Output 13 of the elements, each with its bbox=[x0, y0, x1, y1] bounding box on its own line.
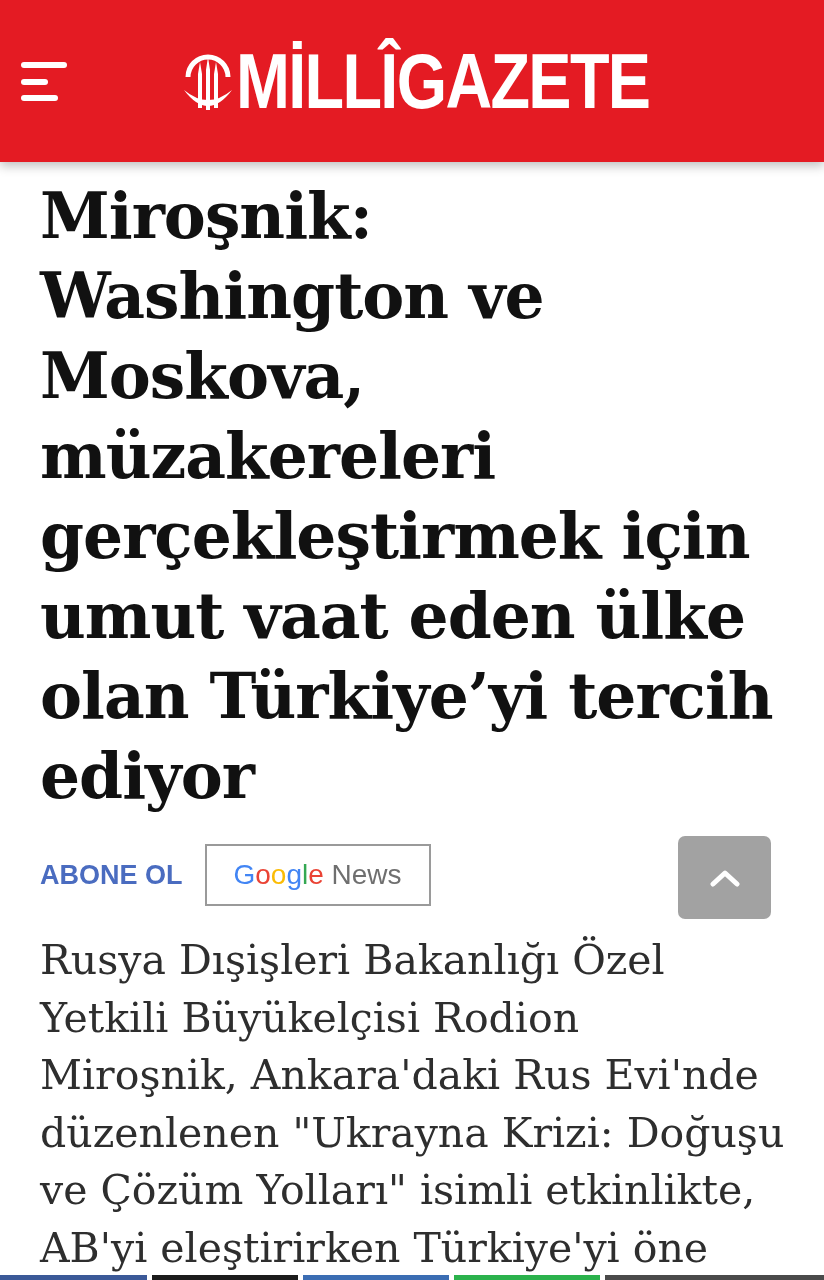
google-news-button[interactable]: Google News bbox=[204, 844, 431, 906]
caret-up-icon bbox=[709, 868, 740, 887]
subscribe-label: ABONE OL bbox=[40, 859, 183, 891]
site-logo-text[interactable]: MİLLÎGAZETE bbox=[236, 31, 650, 133]
share-button[interactable] bbox=[605, 1275, 824, 1280]
menu-icon[interactable] bbox=[20, 61, 68, 103]
scroll-to-top-button[interactable] bbox=[678, 836, 771, 919]
share-button[interactable] bbox=[152, 1275, 298, 1280]
share-button[interactable] bbox=[303, 1275, 449, 1280]
article-headline: Miroşnik: Washington ve Moskova, müzakereleri gerçekleştirmek için umut vaat eden ülke olan Türkiye’yi tercih ediyor bbox=[40, 178, 774, 815]
share-button[interactable] bbox=[454, 1275, 600, 1280]
article-paragraph: Rusya Dışişleri Bakanlığı Özel Yetkili Büyükelçisi Rodion Miroşnik, Ankara'daki Rus Evi'nde düzenlenen "Ukrayna Krizi: Doğuşu ve Çözüm Yolları" isimli etkinlikte, AB'yi eleştirirken Türkiye'yi öne bbox=[40, 935, 785, 1274]
share-button[interactable] bbox=[0, 1275, 147, 1280]
